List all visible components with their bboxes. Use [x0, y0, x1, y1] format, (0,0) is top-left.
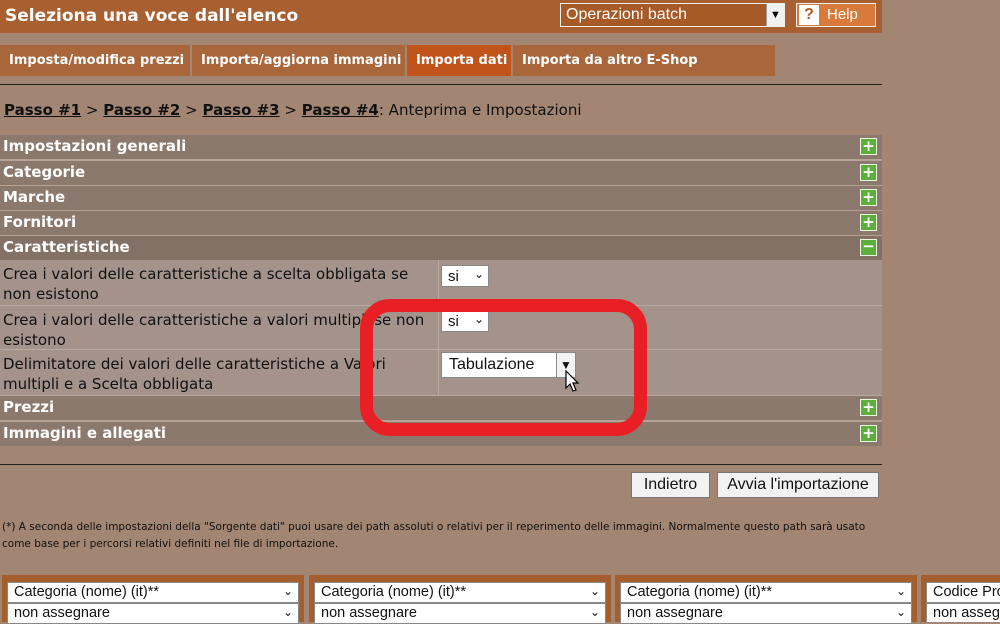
select-value: Categoria (nome) (it)**	[321, 584, 467, 600]
expand-icon[interactable]: +	[860, 214, 877, 231]
expand-icon[interactable]: +	[860, 138, 877, 155]
breadcrumb-step-2[interactable]: Passo #2	[103, 101, 180, 119]
section-categories[interactable]: Categorie +	[0, 161, 882, 185]
select-value: Codice Prodotto	[933, 584, 1000, 600]
chevron-down-icon: ⌄	[282, 584, 293, 598]
cursor-icon	[565, 370, 580, 392]
select-value: non assegnare	[627, 605, 723, 621]
chevron-down-icon: ⌄	[589, 584, 600, 598]
mapping-column: Categoria (nome) (it)** ⌄ non assegnare …	[615, 575, 917, 624]
section-brands[interactable]: Marche +	[0, 186, 882, 210]
assign-select[interactable]: non assegnare	[926, 603, 1000, 622]
section-label: Marche	[3, 188, 66, 206]
mapping-column: Codice Prodotto non assegnare	[921, 575, 1000, 622]
breadcrumb-current: : Anteprima e Impostazioni	[378, 101, 582, 119]
section-label: Prezzi	[3, 398, 55, 416]
section-label: Categorie	[3, 163, 86, 181]
tab-import-images[interactable]: Importa/aggiorna immagini	[192, 45, 405, 76]
batch-operations-select[interactable]: Operazioni batch ▼	[560, 3, 785, 27]
field-select[interactable]: Categoria (nome) (it)** ⌄	[7, 582, 299, 603]
header-bar: Seleziona una voce dall'elenco Operazion…	[0, 0, 882, 33]
section-features[interactable]: Caratteristiche −	[0, 236, 882, 260]
section-label: Impostazioni generali	[3, 137, 187, 155]
divider	[0, 84, 882, 85]
field-select[interactable]: Categoria (nome) (it)** ⌄	[314, 582, 606, 603]
collapse-icon[interactable]: −	[860, 239, 877, 256]
start-import-button[interactable]: Avvia l'importazione	[717, 472, 879, 498]
section-general[interactable]: Impostazioni generali +	[0, 135, 882, 159]
expand-icon[interactable]: +	[860, 164, 877, 181]
field-select[interactable]: Categoria (nome) (it)** ⌄	[620, 582, 912, 603]
page-title: Seleziona una voce dall'elenco	[5, 6, 299, 26]
tab-bar: Imposta/modifica prezzi Importa/aggiorna…	[0, 45, 775, 76]
divider	[0, 464, 882, 465]
section-label: Immagini e allegati	[3, 424, 167, 442]
tab-set-prices[interactable]: Imposta/modifica prezzi	[0, 45, 190, 76]
chevron-down-icon: ⌄	[895, 605, 906, 619]
expand-icon[interactable]: +	[860, 189, 877, 206]
assign-select[interactable]: non assegnare ⌄	[314, 603, 606, 624]
expand-icon[interactable]: +	[860, 399, 877, 416]
assign-select[interactable]: non assegnare ⌄	[7, 603, 299, 624]
chevron-down-icon: ⌄	[895, 584, 906, 598]
highlight-box	[360, 299, 647, 436]
chevron-down-icon: ⌄	[282, 605, 293, 619]
question-icon: ?	[799, 5, 819, 25]
mapping-column: Categoria (nome) (it)** ⌄ non assegnare …	[309, 575, 611, 624]
breadcrumb-separator: >	[284, 101, 297, 119]
breadcrumb-step-1[interactable]: Passo #1	[4, 101, 81, 119]
section-label: Fornitori	[3, 213, 77, 231]
help-label: Help	[827, 6, 858, 23]
breadcrumb-separator: >	[185, 101, 198, 119]
assign-select[interactable]: non assegnare ⌄	[620, 603, 912, 624]
select-value: Categoria (nome) (it)**	[627, 584, 773, 600]
field-select[interactable]: Codice Prodotto	[926, 582, 1000, 603]
batch-select-value: Operazioni batch	[566, 6, 687, 23]
section-label: Caratteristiche	[3, 238, 130, 256]
tab-import-eshop[interactable]: Importa da altro E-Shop	[513, 45, 775, 76]
footnote: (*) A seconda delle impostazioni della "…	[2, 521, 866, 550]
tab-import-data[interactable]: Importa dati	[407, 45, 511, 76]
chevron-down-icon: ⌄	[473, 267, 484, 281]
chevron-down-icon: ⌄	[589, 605, 600, 619]
breadcrumb-step-3[interactable]: Passo #3	[203, 101, 280, 119]
chevron-down-icon[interactable]: ▼	[766, 4, 784, 26]
select-value: non assegnare	[933, 605, 1000, 621]
select-value: si	[448, 268, 459, 285]
back-button[interactable]: Indietro	[631, 472, 710, 498]
row-label: Crea i valori delle caratteristiche a sc…	[3, 265, 409, 303]
help-button[interactable]: ? Help	[796, 3, 876, 27]
select-value: Categoria (nome) (it)**	[14, 584, 160, 600]
select-value: non assegnare	[14, 605, 110, 621]
mapping-column: Categoria (nome) (it)** ⌄ non assegnare …	[2, 575, 304, 624]
expand-icon[interactable]: +	[860, 425, 877, 442]
breadcrumb-step-4[interactable]: Passo #4	[302, 101, 379, 119]
breadcrumb-separator: >	[85, 101, 99, 119]
select-value: non assegnare	[321, 605, 417, 621]
breadcrumb: Passo #1 > Passo #2 > Passo #3 > Passo #…	[4, 101, 582, 119]
create-mandatory-values-select[interactable]: si ⌄	[441, 265, 489, 287]
section-suppliers[interactable]: Fornitori +	[0, 211, 882, 235]
